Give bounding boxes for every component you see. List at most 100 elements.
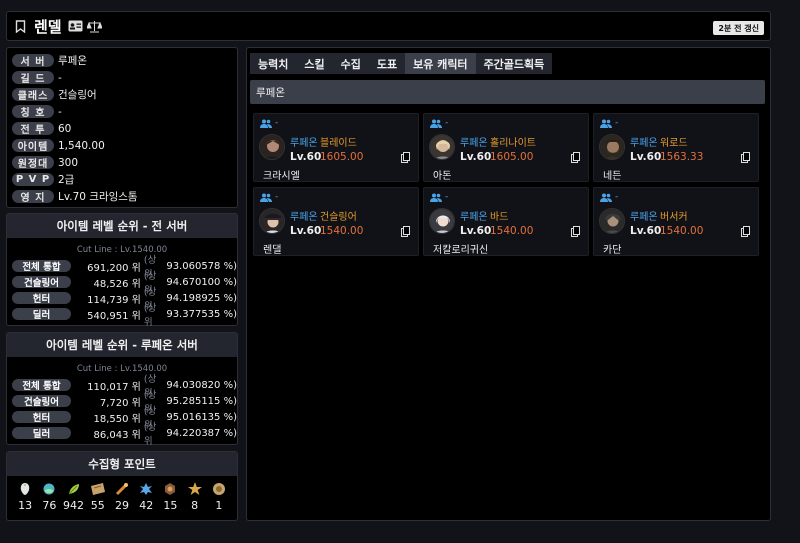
copy-icon[interactable] [741,152,750,166]
island-heart-icon [43,483,55,495]
rank-row: 전체 통합 110,017 위 (상위 94.030820 %) [7,374,237,399]
collectible-world-tree-leaf[interactable]: 942 [62,482,86,512]
character-name: 아돈 [433,171,452,182]
character-avatar [599,134,625,160]
info-label: 전 투 [12,122,54,136]
character-card[interactable]: - 루페온 블레이드 Lv.60 1605.00 크라시엘 [253,113,419,182]
update-button[interactable]: 2분 전 갱신 [713,21,764,35]
rank-percent: 94.198925 %) [166,292,237,304]
info-row-combat: 전 투 60 [12,120,232,137]
bookmark-icon[interactable] [15,19,26,33]
copy-icon[interactable] [741,226,750,240]
character-item-level: 1605.00 [490,151,534,163]
tab-bar: 능력치 스킬 수집 도표 보유 캐릭터 주간골드획득 [250,53,553,74]
rank-label: 건슬링어 [12,276,71,289]
collectible-ignea-token[interactable]: 55 [86,482,110,512]
character-class: 바드 [490,212,509,223]
info-row-guild: 길 드- [12,69,232,86]
rank-percent: 94.220387 %) [166,427,237,439]
rank-row: 헌터 18,550 위 (상위 95.016135 %) [7,406,237,431]
rank-value: 18,550 위 [93,413,141,425]
collectible-value: 1 [215,499,223,512]
info-value: 루페온 [58,55,87,67]
guild-info: - [600,118,618,128]
copy-icon[interactable] [401,152,410,166]
character-card[interactable]: - 루페온 버서커 Lv.60 1540.00 카단 [593,187,759,256]
info-row-estate: 영 지 Lv.70 크라잉스톰 [12,188,232,205]
rank-value: 110,017 위 [87,381,141,393]
tab-collection[interactable]: 수집 [332,53,369,74]
tab-stats[interactable]: 능력치 [250,53,297,74]
collectible-masterpiece[interactable]: 15 [158,482,182,512]
rank-top-label: (상위 [143,303,157,328]
character-card[interactable]: - 루페온 건슬링어 Lv.60 1540.00 렌댈 [253,187,419,256]
scale-icon[interactable] [86,20,102,33]
collectible-giants-heart[interactable]: 42 [134,482,158,512]
character-card[interactable]: - 루페온 워로드 Lv.60 1563.33 네든 [593,113,759,182]
info-label: 아이템 [12,139,54,153]
rank-label: 딜러 [12,427,71,440]
copy-icon[interactable] [571,226,580,240]
info-value: 60 [58,122,72,135]
character-level: Lv.60 [290,225,322,237]
collectible-value: 8 [191,499,199,512]
omnium-star-icon [212,483,225,495]
character-level: Lv.60 [460,225,492,237]
guild-name: - [445,118,449,128]
cutline-text: Cut Line : Lv.1540.00 [76,364,168,374]
orpheus-star-icon [115,482,129,496]
info-row-pvp: P V P 2급 [12,171,232,188]
rank-value: 691,200 위 [87,262,141,274]
character-name: 네든 [603,171,622,182]
collectible-island-heart[interactable]: 76 [37,482,61,512]
copy-icon[interactable] [571,152,580,166]
users-icon [600,193,612,202]
character-item-level: 1563.33 [660,151,704,163]
info-row-server: 서 버 루페온 [12,52,232,69]
tab-skills[interactable]: 스킬 [296,53,333,74]
collectible-value: 15 [163,499,178,512]
tab-owned-characters[interactable]: 보유 캐릭터 [405,53,476,74]
character-avatar [429,208,455,234]
collectible-value: 13 [18,499,33,512]
guild-info: - [260,192,278,202]
info-label: 서 버 [12,54,54,68]
collectible-mokoko-seed[interactable]: 13 [13,482,37,512]
users-icon [600,119,612,128]
character-item-level: 1540.00 [490,225,534,237]
rank-panel-all-servers: 아이템 레벨 순위 - 전 서버 Cut Line : Lv.1540.00 전… [6,213,238,328]
character-name: 저칼로리귀신 [433,245,489,256]
info-label: 영 지 [12,190,54,204]
character-card[interactable]: - 루페온 홀리나이트 Lv.60 1605.00 아돈 [423,113,589,182]
guild-name: - [275,192,279,202]
info-value: 300 [58,156,79,169]
copy-icon[interactable] [401,226,410,240]
rank-panel-server: 아이템 레벨 순위 - 루페온 서버 Cut Line : Lv.1540.00… [6,332,238,447]
guild-info: - [600,192,618,202]
tab-weekly-gold[interactable]: 주간골드획득 [475,53,553,74]
info-value: 1,540.00 [58,139,105,152]
rank-row: 건슬링어 48,526 위 (상위 94.670100 %) [7,271,237,296]
panel-title: 아이템 레벨 순위 - 루페온 서버 [7,333,237,357]
info-value: - [58,105,62,118]
info-value: - [58,71,62,84]
collectible-omnium-star[interactable]: 1 [207,482,231,512]
tab-chart[interactable]: 도표 [368,53,406,74]
rank-value: 86,043 위 [93,429,141,441]
character-level: Lv.60 [460,151,492,163]
character-class: 버서커 [660,212,688,223]
cutline-text: Cut Line : Lv.1540.00 [76,245,168,255]
character-card[interactable]: - 루페온 바드 Lv.60 1540.00 저칼로리귀신 [423,187,589,256]
character-avatar [599,208,625,234]
giants-heart-icon [140,483,153,495]
rank-label: 헌터 [12,411,71,424]
rank-percent: 93.060578 %) [166,260,237,272]
character-class: 건슬링어 [320,212,357,223]
rank-value: 7,720 위 [99,397,141,409]
character-avatar [429,134,455,160]
character-avatar [259,208,285,234]
collectible-sea-bounty[interactable]: 8 [183,482,207,512]
collectible-orpheus-star[interactable]: 29 [110,482,134,512]
id-card-icon[interactable] [68,20,83,32]
info-label: P V P [12,173,54,186]
